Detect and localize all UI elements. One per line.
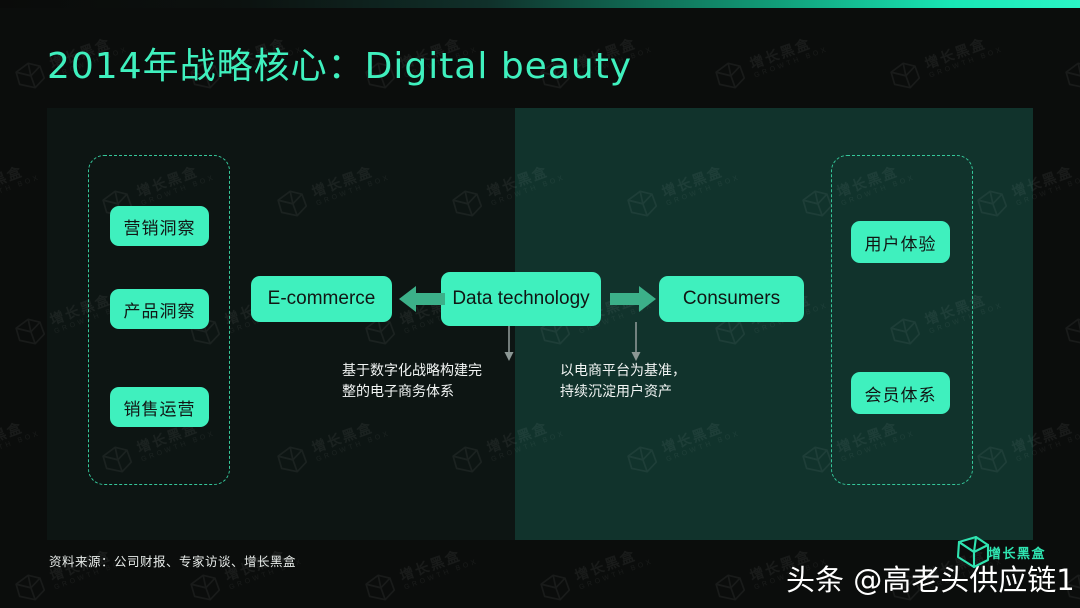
left-item-product-insight[interactable]: 产品洞察 [110, 289, 209, 329]
left-item-sales-operation[interactable]: 销售运营 [110, 387, 209, 427]
channel-branding: 头条 @高老头供应链1 [786, 557, 1075, 599]
left-item-marketing-insight[interactable]: 营销洞察 [110, 206, 209, 246]
watermark-mark: 增长黑盒GROWTH BOX [533, 539, 656, 608]
watermark-mark: 增长黑盒GROWTH BOX [883, 27, 1006, 98]
source-note: 资料来源：公司财报、专家访谈、增长黑盒 [49, 554, 297, 569]
right-item-user-experience[interactable]: 用户体验 [851, 221, 950, 263]
caption-consumers: 以电商平台为基准， 持续沉淀用户资产 [560, 363, 686, 400]
growthbox-logo-text: 增长黑盒 [988, 547, 1047, 562]
arrow-left-icon [399, 285, 445, 318]
arrow-right-icon [610, 285, 656, 318]
watermark-mark: 增长黑盒GROWTH BOX [0, 163, 42, 207]
page-title: 2014年战略核心：Digital beauty [47, 46, 633, 87]
watermark-mark: 增长黑盒GROWTH BOX [0, 419, 42, 463]
slide-canvas: 增长黑盒 GROWTH BOX 增长黑盒 GROWTH BOX 增长黑盒 GROWTH B… [0, 0, 1080, 608]
top-gradient-bar [0, 0, 1080, 8]
channel-handle: 头条 @高老头供应链1 [786, 563, 1075, 597]
right-group-container [831, 155, 973, 485]
watermark-mark: 增长黑盒GROWTH BOX [183, 539, 306, 608]
watermark-mark: 增长黑盒GROWTH BOX [1058, 283, 1080, 354]
caption-ecommerce: 基于数字化战略构建完 整的电子商务体系 [342, 363, 482, 400]
right-item-membership-system[interactable]: 会员体系 [851, 372, 950, 414]
watermark-mark: 增长黑盒GROWTH BOX [708, 27, 831, 98]
node-data-technology[interactable]: Data technology [441, 272, 601, 326]
watermark-mark: 增长黑盒GROWTH BOX [1058, 27, 1080, 98]
node-ecommerce[interactable]: E-commerce [251, 276, 392, 322]
watermark-mark: 增长黑盒GROWTH BOX [358, 539, 481, 608]
node-consumers[interactable]: Consumers [659, 276, 804, 322]
watermark-mark: 增长黑盒GROWTH BOX [8, 539, 131, 608]
